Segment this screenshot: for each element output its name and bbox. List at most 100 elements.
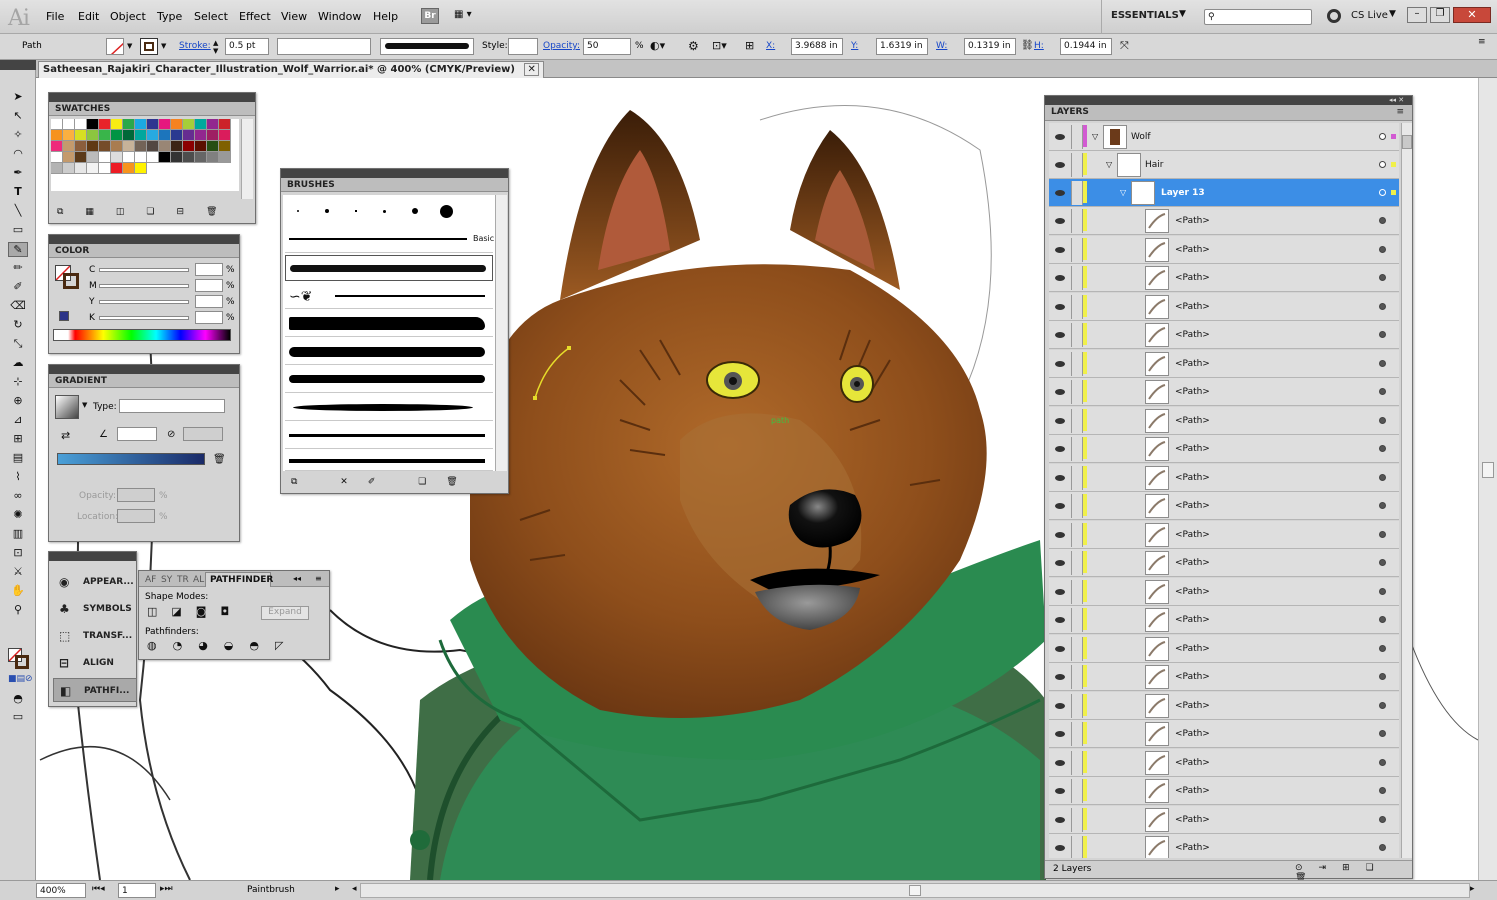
lock-toggle[interactable] [1071,153,1083,177]
free-transform-icon[interactable]: ⊹ [8,375,28,390]
color-swatch[interactable] [207,119,219,130]
color-swatch[interactable] [111,163,123,174]
visibility-eye-icon[interactable] [1055,816,1065,823]
lock-toggle[interactable] [1071,807,1083,832]
c-slider[interactable] [99,268,189,272]
lock-toggle[interactable] [1071,836,1083,858]
layer-row-path[interactable]: <Path> [1049,435,1399,463]
arrange-documents-button[interactable]: ▦ ▾ [454,9,484,23]
brush-tip[interactable] [412,208,418,214]
symbol-sprayer-icon[interactable]: ✺ [8,508,28,523]
lock-toggle[interactable] [1071,693,1083,718]
layer-row-path[interactable]: <Path> [1049,805,1399,834]
visibility-eye-icon[interactable] [1055,702,1065,709]
chevron-down-icon[interactable]: ▼ [1389,9,1396,19]
layer-row-hair[interactable]: ▽ Hair [1049,151,1399,179]
color-swatch[interactable] [87,163,99,174]
chevron-down-icon[interactable]: ▽ [1120,188,1126,197]
out-of-gamut-icon[interactable] [59,311,69,321]
reverse-gradient-icon[interactable]: ⇄ [61,429,70,442]
path-name[interactable]: <Path> [1175,330,1210,340]
chevron-down-icon[interactable]: ▼ [82,401,87,409]
first-page-icon[interactable]: ⏮◂ [92,884,105,894]
scroll-right-icon[interactable]: ▸ [1470,884,1475,894]
warp-tool-icon[interactable]: ☁ [8,356,28,371]
lock-toggle[interactable] [1071,266,1083,290]
color-swatch[interactable] [207,141,219,152]
m-slider[interactable] [99,284,189,288]
brush-rough[interactable] [285,339,493,365]
target-circle-icon[interactable] [1379,331,1386,338]
path-name[interactable]: <Path> [1175,558,1210,568]
panel-grip[interactable] [1045,96,1412,105]
paintbrush-tool-icon[interactable]: ✎ [8,242,28,257]
artboard-tool-icon[interactable]: ⊡ [8,546,28,561]
brush-fine[interactable] [285,423,493,449]
stroke-swatch[interactable] [140,38,158,55]
magic-wand-icon[interactable]: ✧ [8,128,28,143]
visibility-eye-icon[interactable] [1055,275,1065,281]
stroke-color-icon[interactable] [63,273,79,289]
color-swatch[interactable] [195,141,207,152]
layer-row-path[interactable]: <Path> [1049,207,1399,235]
path-name[interactable]: <Path> [1175,672,1210,682]
color-swatch[interactable] [159,141,171,152]
scroll-thumb[interactable] [1482,462,1494,478]
visibility-eye-icon[interactable] [1055,503,1065,509]
transform-panel-button[interactable]: ⬚ TRANSF... [53,624,137,648]
gradient-slider[interactable] [57,453,205,465]
visibility-eye-icon[interactable] [1055,417,1065,424]
collapse-icon[interactable]: ◂◂ [293,574,301,583]
layer-row-wolf[interactable]: ▽ Wolf [1049,123,1399,151]
brush-taper[interactable] [285,395,493,421]
brushes-footer-icons[interactable]: ⧉ ✕✐ ❏🗑 [291,477,496,489]
color-swatch[interactable] [183,130,195,141]
line-tool-icon[interactable]: ╲ [8,204,28,219]
swatches-footer-icons[interactable]: ⧉▦◫❏⊟🗑 [57,207,247,219]
color-swatch[interactable] [87,152,99,163]
zoom-level-field[interactable]: 400% [36,883,86,898]
target-circle-icon[interactable] [1379,730,1386,737]
color-swatch[interactable] [147,119,159,130]
color-swatch[interactable] [195,119,207,130]
tab-align[interactable]: AL [193,575,204,585]
target-circle-icon[interactable] [1379,587,1386,595]
gradient-preview[interactable] [55,395,79,419]
color-swatch[interactable] [219,141,231,152]
pen-tool-icon[interactable]: ✒ [8,166,28,181]
lock-toggle[interactable] [1071,437,1083,461]
shape-mode-buttons[interactable]: ◫◪◙◘ [147,605,257,618]
visibility-eye-icon[interactable] [1055,645,1065,652]
color-swatch[interactable] [159,130,171,141]
lock-toggle[interactable] [1071,636,1083,661]
scroll-thumb[interactable] [909,885,921,896]
color-swatch[interactable] [99,130,111,141]
brush-definition[interactable] [380,38,474,55]
menu-view[interactable]: View [281,10,307,23]
visibility-eye-icon[interactable] [1055,446,1065,452]
brush-tip[interactable] [297,210,299,212]
color-swatch[interactable] [63,152,75,163]
stop-opacity-field[interactable] [117,488,155,502]
visibility-eye-icon[interactable] [1055,332,1065,338]
scale-tool-icon[interactable]: ⤡ [8,337,28,352]
color-swatch[interactable] [183,119,195,130]
color-swatch[interactable] [123,130,135,141]
color-swatch[interactable] [111,141,123,152]
layer-name-layer13[interactable]: Layer 13 [1161,188,1205,198]
x-label[interactable]: X: [766,41,775,51]
layer-row-path[interactable]: <Path> [1049,663,1399,691]
target-circle-icon[interactable] [1379,701,1386,709]
color-swatch[interactable] [171,141,183,152]
transform-icon[interactable]: ⤧ [1120,39,1134,53]
eyedropper-icon[interactable]: ⌇ [8,470,28,485]
layer-row-path[interactable]: <Path> [1049,606,1399,634]
blend-tool-icon[interactable]: ∞ [8,489,28,504]
pathfinder-buttons[interactable]: ◍◔◕◒◓◸ [147,639,317,652]
target-circle-icon[interactable] [1379,530,1386,538]
layers-scrollbar[interactable] [1401,123,1412,858]
angle-field[interactable] [117,427,157,441]
style-dropdown[interactable] [508,38,538,55]
document-tab[interactable]: Satheesan_Rajakiri_Character_Illustratio… [38,61,544,78]
color-swatch[interactable] [207,130,219,141]
